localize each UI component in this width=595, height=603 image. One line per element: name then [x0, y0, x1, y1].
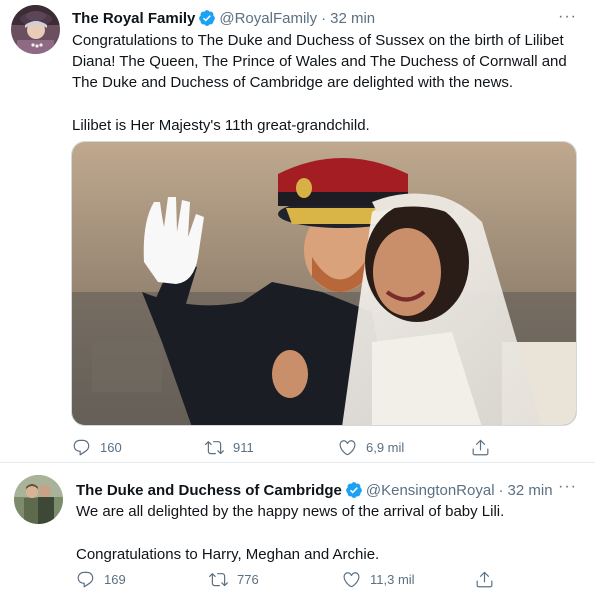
author-name[interactable]: The Duke and Duchess of Cambridge: [76, 482, 342, 499]
tweet-text: Congratulations to The Duke and Duchess …: [72, 30, 578, 136]
heart-icon: [339, 440, 356, 456]
tweet-actions: 169 776 11,3 mil: [76, 570, 595, 589]
author-name[interactable]: The Royal Family: [72, 10, 195, 27]
more-options-icon[interactable]: ···: [558, 8, 577, 26]
share-button[interactable]: [475, 570, 595, 589]
tweet-text: We are all delighted by the happy news o…: [76, 501, 582, 565]
retweet-button[interactable]: 776: [209, 570, 342, 589]
tweet-paragraph: Congratulations to Harry, Meghan and Arc…: [76, 546, 380, 563]
tweet-paragraph: We are all delighted by the happy news o…: [76, 503, 505, 520]
tweet-paragraph: Lilibet is Her Majesty's 11th great-gran…: [72, 117, 370, 134]
retweet-icon: [209, 573, 228, 587]
share-button[interactable]: [471, 438, 595, 457]
like-button[interactable]: 11,3 mil: [342, 570, 475, 589]
tweet-actions: 160 911 6,9 mil: [72, 438, 595, 457]
separator-dot: ·: [498, 481, 504, 499]
like-button[interactable]: 6,9 mil: [338, 438, 471, 457]
tweet-photo[interactable]: [71, 141, 577, 426]
author-handle[interactable]: @KensingtonRoyal: [366, 482, 495, 499]
heart-icon: [343, 572, 360, 588]
reply-count: 160: [100, 440, 122, 455]
tweet-header: The Royal Family @RoyalFamily · 32 min: [72, 8, 375, 28]
reply-count: 169: [104, 572, 126, 587]
separator-dot: ·: [321, 9, 327, 27]
tweet-royal-family[interactable]: The Royal Family @RoyalFamily · 32 min ·…: [0, 0, 595, 463]
avatar[interactable]: [14, 475, 63, 524]
share-icon: [476, 571, 493, 588]
verified-badge-icon: [345, 481, 363, 499]
reply-icon: [77, 571, 94, 588]
tweet-header: The Duke and Duchess of Cambridge @Kensi…: [76, 480, 553, 500]
share-icon: [472, 439, 489, 456]
avatar[interactable]: [11, 5, 60, 54]
reply-button[interactable]: 169: [76, 570, 209, 589]
tweet-kensington-royal[interactable]: The Duke and Duchess of Cambridge @Kensi…: [0, 463, 595, 603]
reply-button[interactable]: 160: [72, 438, 205, 457]
like-count: 11,3 mil: [370, 572, 415, 587]
retweet-icon: [205, 441, 224, 455]
tweet-timestamp[interactable]: 32 min: [330, 10, 375, 27]
retweet-count: 776: [237, 572, 259, 587]
reply-icon: [73, 439, 90, 456]
retweet-button[interactable]: 911: [205, 438, 338, 457]
author-handle[interactable]: @RoyalFamily: [219, 10, 317, 27]
retweet-count: 911: [233, 440, 254, 455]
tweet-paragraph: Congratulations to The Duke and Duchess …: [72, 32, 567, 91]
tweet-timestamp[interactable]: 32 min: [508, 482, 553, 499]
more-options-icon[interactable]: ···: [558, 478, 577, 496]
like-count: 6,9 mil: [366, 440, 405, 455]
verified-badge-icon: [198, 9, 216, 27]
